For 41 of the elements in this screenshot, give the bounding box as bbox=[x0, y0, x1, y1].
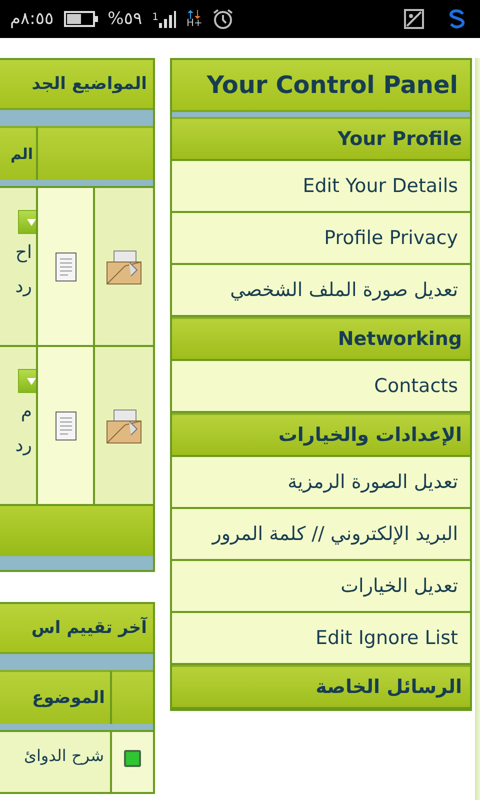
battery-icon bbox=[64, 11, 98, 27]
battery-percent: %٥٩ bbox=[108, 9, 142, 29]
sim-number: 1 bbox=[152, 12, 158, 23]
signal-icon bbox=[158, 10, 176, 28]
caret-icon bbox=[27, 378, 36, 384]
document-icon bbox=[52, 250, 78, 282]
section-header: Your Profile bbox=[172, 117, 470, 161]
panel-title: آخر تقييم اس bbox=[0, 604, 153, 654]
menu-item[interactable]: تعديل الخيارات bbox=[172, 561, 470, 613]
panel-title: Your Control Panel bbox=[172, 60, 470, 112]
menu-item[interactable]: Edit Ignore List bbox=[172, 613, 470, 665]
data-arrows-icon bbox=[187, 10, 202, 18]
topic-text[interactable]: رد bbox=[15, 431, 36, 461]
menu-item[interactable]: Edit Your Details bbox=[172, 161, 470, 213]
alarm-icon bbox=[212, 8, 234, 30]
network-type: H+ bbox=[186, 18, 202, 28]
column-header: الموضوع bbox=[0, 670, 110, 724]
menu-item[interactable]: Profile Privacy bbox=[172, 213, 470, 265]
dropdown-button[interactable] bbox=[18, 210, 36, 234]
section-header: الإعدادات والخيارات bbox=[172, 413, 470, 457]
menu-item[interactable]: تعديل الصورة الرمزية bbox=[172, 457, 470, 509]
section-header: الرسائل الخاصة bbox=[172, 665, 470, 709]
menu-item[interactable]: البريد الإلكتروني // كلمة المرور bbox=[172, 509, 470, 561]
panel-title: المواضيع الجد bbox=[0, 60, 153, 110]
topic-text[interactable]: رد bbox=[15, 272, 36, 302]
caret-icon bbox=[27, 218, 36, 226]
envelope-icon bbox=[105, 406, 143, 444]
document-icon bbox=[52, 410, 78, 442]
topic-text[interactable]: اح bbox=[15, 238, 36, 268]
menu-item[interactable]: تعديل صورة الملف الشخصي bbox=[172, 265, 470, 317]
envelope-icon bbox=[105, 248, 143, 286]
section-header: Networking bbox=[172, 317, 470, 361]
topic-text[interactable]: م bbox=[20, 397, 36, 427]
menu-item[interactable]: Contacts bbox=[172, 361, 470, 413]
clock: ٨:٥٥م bbox=[10, 9, 54, 29]
status-icon bbox=[124, 750, 141, 767]
dropdown-button[interactable] bbox=[18, 369, 36, 393]
column-header: الم bbox=[0, 126, 36, 180]
column-header bbox=[110, 670, 153, 724]
topic-link[interactable]: شرح الدوائ bbox=[24, 746, 104, 765]
image-icon bbox=[404, 9, 424, 29]
